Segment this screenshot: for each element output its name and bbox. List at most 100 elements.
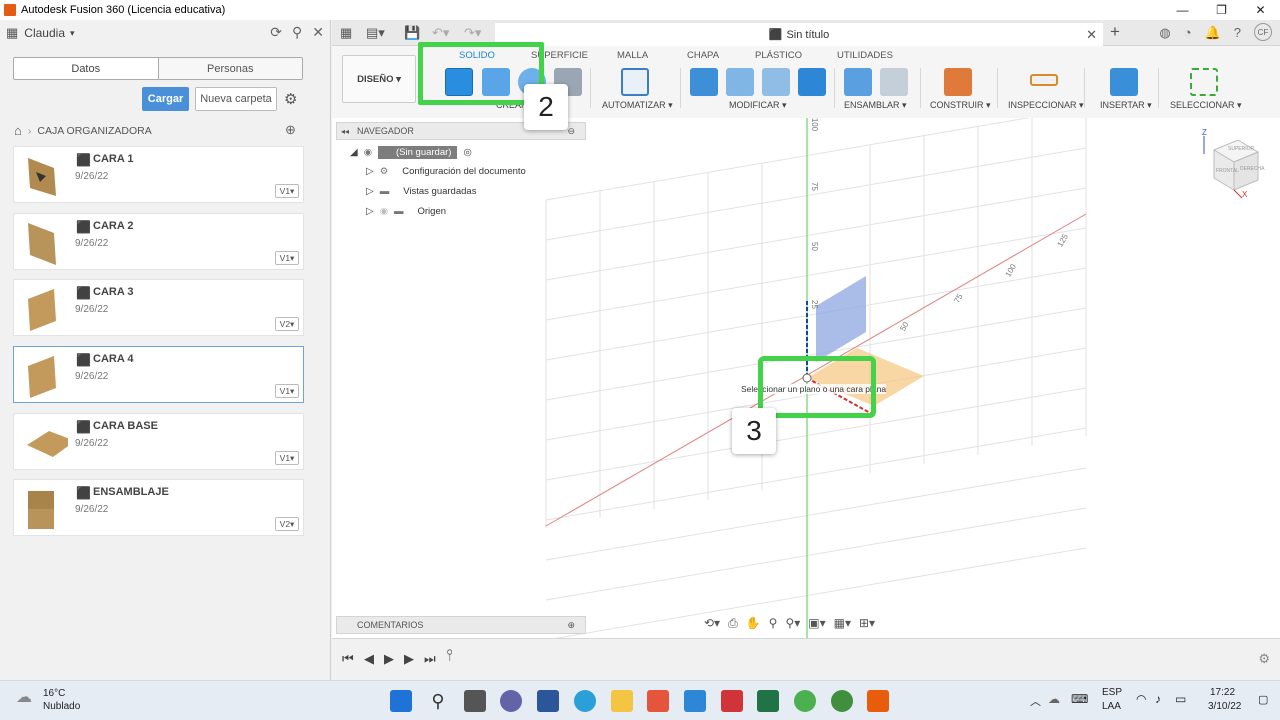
mail-icon[interactable] (684, 690, 706, 712)
pin-icon[interactable]: ⊖ (567, 126, 575, 137)
timeline-marker[interactable]: ⫯ (446, 647, 453, 665)
upload-button[interactable]: Cargar (142, 87, 189, 111)
orbit-icon[interactable]: ⟲▾ (704, 616, 720, 634)
measure-icon[interactable] (1030, 74, 1058, 86)
avatar[interactable]: CF (1254, 23, 1272, 41)
chrome-icon[interactable] (831, 690, 853, 712)
tree-item[interactable]: ▷ ◉ ▬ Origen (366, 206, 446, 217)
file-item[interactable]: ⬛ CARA 2 9/26/22 V1▾ (13, 213, 304, 270)
new-component-icon[interactable] (844, 68, 872, 96)
language-code[interactable]: ESP (1102, 687, 1122, 698)
expand-icon[interactable]: ▷ (366, 186, 374, 197)
clock-date[interactable]: 3/10/22 (1208, 701, 1241, 712)
notifications-icon[interactable]: 🔔 (1205, 25, 1221, 41)
task-view-icon[interactable] (464, 690, 486, 712)
file-item[interactable]: ⬛ ENSAMBLAJE 9/26/22 V2▾ (13, 479, 304, 536)
inspeccionar-menu[interactable]: INSPECCIONAR ▾ (1008, 100, 1084, 111)
new-tab-icon[interactable]: + (1110, 22, 1120, 42)
visibility-icon[interactable]: ◉ (364, 147, 372, 158)
restore-button[interactable]: ❐ (1202, 0, 1241, 20)
file-item[interactable]: ⬛ CARA BASE 9/26/22 V1▾ (13, 413, 304, 470)
search-icon[interactable]: ⚲ (292, 24, 302, 41)
version-badge[interactable]: V2▾ (275, 517, 299, 531)
chevron-up-icon[interactable]: ︿ (1030, 693, 1041, 709)
edge-icon[interactable] (574, 690, 596, 712)
comments-panel[interactable]: COMENTARIOS ⊕ (336, 616, 586, 634)
version-badge[interactable]: V1▾ (275, 184, 299, 198)
weather-widget[interactable]: ☁ 16°C Nublado (16, 687, 80, 713)
user-name[interactable]: Claudia (24, 26, 65, 40)
automate-icon[interactable] (621, 68, 649, 96)
office-icon[interactable] (647, 690, 669, 712)
look-at-icon[interactable]: ⎙ (728, 616, 738, 634)
breadcrumb-folder[interactable]: CAJA ORGANIZADORA (37, 125, 151, 137)
ensamblar-menu[interactable]: ENSAMBLAR ▾ (844, 100, 907, 111)
file-menu-icon[interactable]: ▤▾ (366, 25, 385, 41)
play-icon[interactable]: ▶ (384, 651, 394, 667)
tab-utilidades[interactable]: UTILIDADES (837, 50, 893, 61)
onedrive-icon[interactable]: ☁ (1048, 692, 1060, 706)
viewcube-face-top[interactable]: SUPERIOR (1228, 146, 1254, 152)
excel-icon[interactable] (757, 690, 779, 712)
undo-icon[interactable]: ↶▾ (432, 25, 449, 41)
speaker-icon[interactable]: ♪ (1155, 692, 1161, 706)
notification-center-icon[interactable]: ▢ (1258, 693, 1268, 706)
grid-menu-icon[interactable]: ▦ (6, 25, 18, 41)
tab-personas[interactable]: Personas (158, 58, 302, 79)
tab-plastico[interactable]: PLÁSTICO (755, 50, 802, 61)
clock-time[interactable]: 17:22 (1210, 687, 1235, 698)
extensions-icon[interactable]: ◍ (1159, 25, 1170, 41)
timeline-settings-icon[interactable]: ⚙ (1258, 651, 1270, 667)
insertar-menu[interactable]: INSERTAR ▾ (1100, 100, 1152, 111)
tab-chapa[interactable]: CHAPA (687, 50, 719, 61)
automatizar-menu[interactable]: AUTOMATIZAR ▾ (602, 100, 673, 111)
refresh-icon[interactable]: ⟳ (270, 24, 282, 41)
tab-datos[interactable]: Datos (14, 58, 159, 79)
viewcube[interactable]: Z X SUPERIOR FRONTAL DERECHA (1202, 128, 1264, 200)
start-icon[interactable] (390, 690, 412, 712)
chat-icon[interactable] (500, 690, 522, 712)
insert-image-icon[interactable] (1110, 68, 1138, 96)
home-icon[interactable]: ⌂ (14, 123, 22, 138)
fillet-icon[interactable] (726, 68, 754, 96)
activate-icon[interactable]: ◎ (463, 147, 471, 158)
redo-icon[interactable]: ↷▾ (464, 25, 481, 41)
select-icon[interactable] (1190, 68, 1218, 96)
chevron-down-icon[interactable]: ▾ (70, 28, 75, 39)
version-badge[interactable]: V1▾ (275, 384, 299, 398)
fit-icon[interactable]: ⚲▾ (785, 616, 800, 634)
tree-item[interactable]: ▷ ▬ Vistas guardadas (366, 186, 476, 197)
chrome-icon[interactable] (794, 690, 816, 712)
offset-plane-icon[interactable] (944, 68, 972, 96)
go-to-start-icon[interactable]: ⏮ (342, 651, 354, 667)
battery-icon[interactable]: ▭ (1175, 692, 1186, 706)
help-icon[interactable]: ? (1234, 25, 1241, 41)
wifi-icon[interactable]: ◠ (1136, 692, 1146, 706)
file-item[interactable]: ⬛ CARA 3 9/26/22 V2▾ (13, 279, 304, 336)
close-window-button[interactable]: ✕ (1241, 0, 1280, 20)
version-badge[interactable]: V1▾ (275, 251, 299, 265)
add-comment-icon[interactable]: ⊕ (567, 620, 575, 631)
tree-item[interactable]: ▷ ⚙ Configuración del documento (366, 166, 526, 177)
pan-icon[interactable]: ✋ (746, 616, 761, 634)
construir-menu[interactable]: CONSTRUIR ▾ (930, 100, 991, 111)
minimize-button[interactable]: — (1163, 0, 1202, 20)
go-to-end-icon[interactable]: ⏭ (424, 651, 436, 667)
step-forward-icon[interactable]: ▶ (404, 651, 414, 667)
close-tab-icon[interactable]: ✕ (1086, 27, 1097, 43)
document-tab[interactable]: ⬛ Sin título ✕ (495, 23, 1103, 46)
expand-icon[interactable]: ◢ (350, 147, 358, 158)
viewcube-face-right[interactable]: DERECHA (1240, 166, 1264, 172)
step-back-icon[interactable]: ◀ (364, 651, 374, 667)
file-item[interactable]: ⬛ CARA 4 9/26/22 V1▾ (13, 346, 304, 403)
file-explorer-icon[interactable] (611, 690, 633, 712)
shell-icon[interactable] (762, 68, 790, 96)
search-icon[interactable]: ⚲ (427, 690, 449, 712)
job-status-icon[interactable]: ◔ (1184, 25, 1192, 41)
combine-icon[interactable] (798, 68, 826, 96)
fusion-taskbar-icon[interactable] (867, 690, 889, 712)
tab-malla[interactable]: MALLA (617, 50, 648, 61)
modificar-menu[interactable]: MODIFICAR ▾ (729, 100, 787, 111)
zoom-icon[interactable]: ⚲ (769, 616, 778, 634)
data-panel-icon[interactable]: ▦ (340, 25, 352, 41)
